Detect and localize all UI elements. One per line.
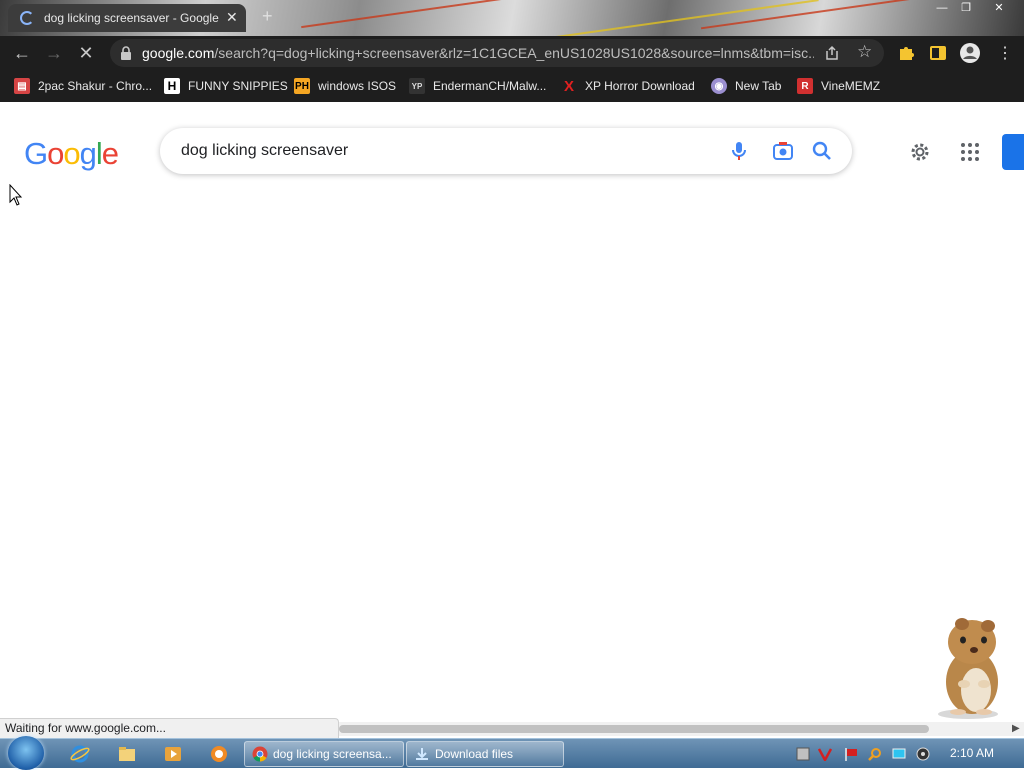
bookmark-label: XP Horror Download [585,79,695,93]
bookmarks-bar: ▤ 2pac Shakur - Chro... H FUNNY SNIPPIES… [0,70,1024,102]
camera-lens-icon[interactable] [771,139,795,163]
url-text: google.com/search?q=dog+licking+screensa… [142,45,814,61]
mouse-cursor-icon [9,184,23,206]
close-window-button[interactable]: ✕ [985,0,1013,16]
action-center-flag-icon[interactable] [844,747,858,761]
tray-chip-icon[interactable] [796,747,810,761]
search-icon[interactable] [810,139,834,163]
bookmark-item[interactable]: ◉ New Tab [711,76,781,96]
bookmark-item[interactable]: H FUNNY SNIPPIES [164,76,288,96]
taskbar: dog licking screensa... Download files 2… [0,736,1024,770]
bookmark-label: VineMEMZ [821,79,881,93]
volume-icon[interactable] [916,747,930,761]
tray-v-icon[interactable] [818,747,832,761]
search-box[interactable]: dog licking screensaver [160,128,852,174]
bookmark-label: FUNNY SNIPPIES [188,79,288,93]
internet-explorer-icon[interactable] [70,744,90,764]
sign-in-button[interactable] [1002,134,1024,170]
ph-logo-icon: PH [294,78,310,94]
display-icon[interactable] [892,747,906,761]
google-logo[interactable]: Google [24,136,119,172]
bookmark-item[interactable]: PH windows ISOS [294,76,396,96]
settings-gear-icon[interactable] [908,140,932,164]
page-icon: ▤ [14,78,30,94]
back-button[interactable]: ← [10,41,34,65]
r-logo-icon: R [797,78,813,94]
address-bar[interactable]: google.com/search?q=dog+licking+screensa… [110,39,884,67]
browser-menu-icon[interactable]: ⋮ [997,43,1013,63]
download-icon [416,748,428,760]
scroll-right-icon[interactable]: ▶ [1012,723,1020,734]
status-bubble: Waiting for www.google.com... [0,718,339,738]
taskbar-chrome-window[interactable]: dog licking screensa... [244,741,404,767]
profile-avatar-icon[interactable] [959,42,981,64]
wallpaper-streak [301,0,559,29]
loading-spinner-icon [20,11,34,25]
bookmark-item[interactable]: R VineMEMZ [797,76,880,96]
title-bar: dog licking screensaver - Google ✕ + — ❐… [0,0,1024,36]
x-logo-icon: X [563,77,574,95]
bookmark-label: 2pac Shakur - Chro... [38,79,153,93]
bookmark-item[interactable]: YP EndermanCH/Malw... [409,76,546,96]
bookmark-item[interactable]: ▤ 2pac Shakur - Chro... [14,76,152,96]
tab-title: dog licking screensaver - Google [44,11,219,25]
side-panel-icon[interactable] [929,44,947,62]
share-icon[interactable] [824,45,840,61]
taskbar-clock[interactable]: 2:10 AM [950,746,994,760]
extensions-puzzle-icon[interactable] [897,44,915,62]
tab-close-icon[interactable]: ✕ [226,9,238,26]
new-tab-button[interactable]: + [262,6,273,27]
file-explorer-icon[interactable] [117,744,137,764]
chrome-icon [252,746,268,762]
yp-logo-icon: YP [409,78,425,94]
bookmark-label: windows ISOS [318,79,397,93]
wallpaper-streak [700,0,920,30]
app-icon[interactable] [209,744,229,764]
taskbar-download-window[interactable]: Download files [406,741,564,767]
bookmark-label: New Tab [735,79,782,93]
hamster-desktop-pet[interactable] [922,612,1018,720]
bookmark-item[interactable]: X XP Horror Download [561,76,695,96]
h-logo-icon: H [164,78,180,94]
horizontal-scrollbar[interactable]: ▶ [339,722,1024,736]
start-orb-button[interactable] [8,736,44,770]
stop-loading-button[interactable]: ✕ [74,41,98,65]
apps-grid-icon[interactable] [958,140,982,164]
bookmark-label: EndermanCH/Malw... [433,79,547,93]
restore-button[interactable]: ❐ [952,0,980,16]
scrollbar-thumb[interactable] [339,725,929,733]
tray-search-icon[interactable] [868,747,882,761]
media-player-icon[interactable] [163,744,183,764]
microphone-icon[interactable] [727,139,751,163]
browser-tab[interactable]: dog licking screensaver - Google ✕ [8,4,246,32]
browser-toolbar: ← → ✕ google.com/search?q=dog+licking+sc… [0,36,1024,70]
bookmark-star-icon[interactable]: ☆ [857,42,872,62]
search-input[interactable]: dog licking screensaver [181,142,348,160]
globe-icon: ◉ [711,78,727,94]
forward-button[interactable]: → [42,41,66,65]
lock-icon [121,46,131,60]
